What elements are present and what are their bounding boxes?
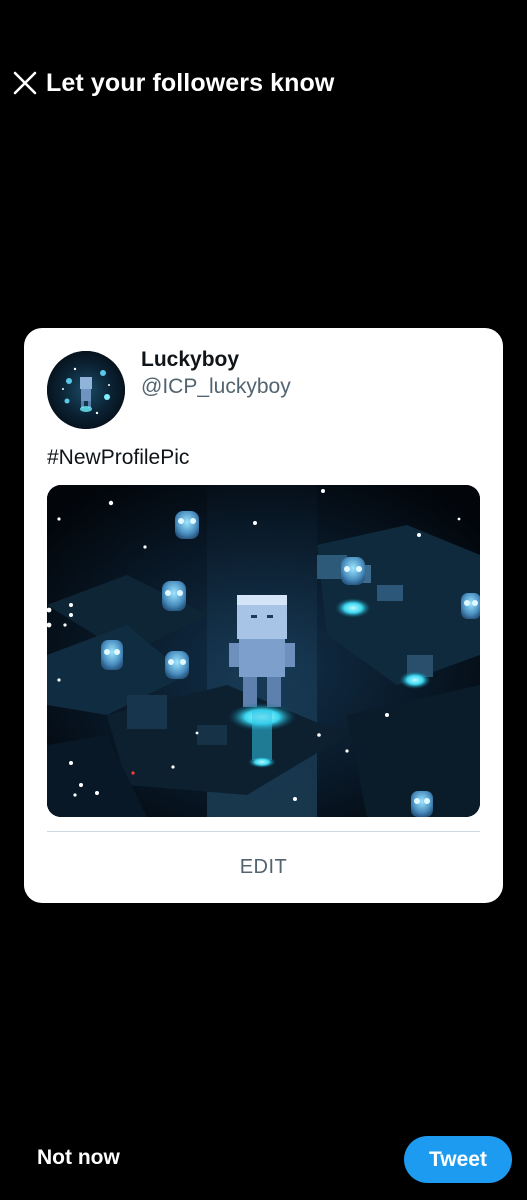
tweet-preview-card: Luckyboy @ICP_luckyboy #NewProfilePic ED… <box>24 328 503 903</box>
edit-button[interactable]: EDIT <box>47 832 480 902</box>
user-handle: @ICP_luckyboy <box>141 375 291 398</box>
page: Let your followers know Luckyboy @ICP_lu… <box>0 0 527 1200</box>
close-button[interactable] <box>10 68 40 98</box>
avatar <box>47 351 125 429</box>
tweet-text: #NewProfilePic <box>47 446 190 469</box>
page-title: Let your followers know <box>46 69 335 97</box>
tweet-button[interactable]: Tweet <box>404 1136 512 1183</box>
not-now-button[interactable]: Not now <box>37 1146 120 1170</box>
profile-picture-image <box>47 485 480 817</box>
header: Let your followers know <box>0 56 527 112</box>
display-name: Luckyboy <box>141 348 240 371</box>
close-icon <box>13 71 37 95</box>
